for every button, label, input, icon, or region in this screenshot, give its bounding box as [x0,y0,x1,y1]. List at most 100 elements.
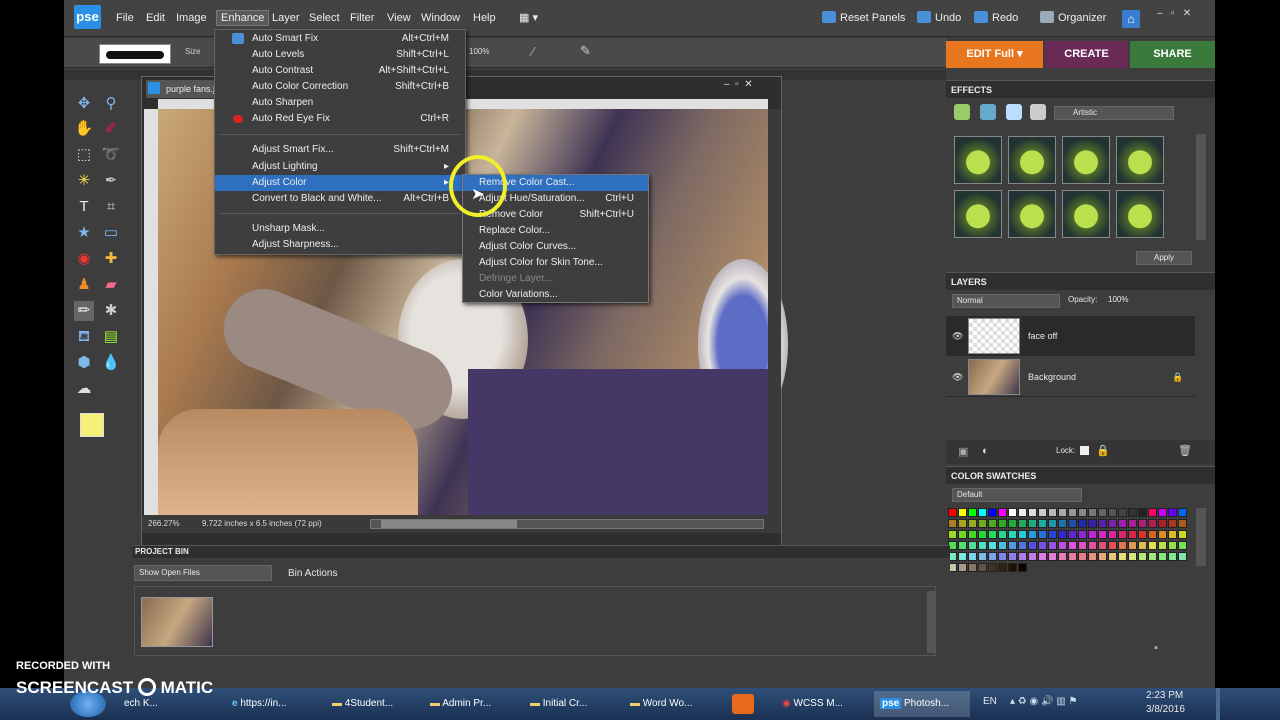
effect-thumbnail[interactable] [954,136,1002,184]
swatches-panel-header[interactable]: COLOR SWATCHES [946,466,1215,484]
taskbar-item-photoshop[interactable]: pse Photosh... [874,691,970,717]
smart-brush-icon[interactable]: ✱ [101,301,121,321]
undo-button[interactable]: Undo [917,11,961,24]
color-swatch[interactable] [1168,508,1177,517]
color-swatch[interactable] [1118,519,1127,528]
color-swatch[interactable] [1108,519,1117,528]
move-tool-icon[interactable]: ✥ [74,94,94,114]
color-swatch[interactable] [1178,541,1187,550]
effect-thumbnail[interactable] [1062,190,1110,238]
color-swatch[interactable] [1098,530,1107,539]
type-tool-icon[interactable]: T [74,197,94,217]
clone-stamp-icon[interactable]: ♟ [74,275,94,295]
color-swatch[interactable] [1028,530,1037,539]
color-swatch[interactable] [1008,530,1017,539]
blur-tool-icon[interactable]: 💧 [101,353,121,373]
effect-thumbnail[interactable] [1008,136,1056,184]
color-swatch[interactable] [1138,541,1147,550]
layer-styles-icon[interactable] [980,104,996,120]
menu-layer[interactable]: Layer [272,12,300,24]
color-swatch[interactable] [1078,541,1087,550]
color-swatch[interactable] [1058,530,1067,539]
color-swatch[interactable] [1028,541,1037,550]
color-swatch[interactable] [1088,519,1097,528]
lasso-icon[interactable]: ➰ [101,145,121,165]
menu-item-convert-bw[interactable]: Convert to Black and White... Alt+Ctrl+B [215,191,465,207]
magic-wand-icon[interactable]: ✳ [74,171,94,191]
color-swatch[interactable] [1048,519,1057,528]
color-swatch[interactable] [1138,552,1147,561]
menu-view[interactable]: View [387,12,411,24]
color-swatch[interactable] [1018,563,1027,572]
color-swatch[interactable] [988,563,997,572]
color-swatch[interactable] [1138,519,1147,528]
color-swatch[interactable] [958,508,967,517]
adjustment-layer-icon[interactable]: ◐ [982,445,989,457]
color-swatch[interactable] [948,508,957,517]
visibility-eye-icon[interactable]: 👁 [952,316,963,356]
color-swatch[interactable] [1008,563,1017,572]
healing-brush-icon[interactable]: ✚ [101,249,121,269]
color-swatch[interactable] [988,552,997,561]
foreground-color[interactable] [80,413,104,437]
clock-date[interactable]: 3/8/2016 [1146,704,1185,715]
paint-bucket-icon[interactable]: ⛾ [74,327,94,347]
color-swatch[interactable] [968,552,977,561]
color-swatch[interactable] [988,541,997,550]
swatch-scrollbar[interactable] [1196,508,1206,566]
color-swatch[interactable] [1018,519,1027,528]
color-swatch[interactable] [1078,519,1087,528]
color-swatch[interactable] [998,530,1007,539]
menu-file[interactable]: File [116,12,134,24]
menu-filter[interactable]: Filter [350,12,374,24]
color-swatch[interactable] [1018,552,1027,561]
opacity-value[interactable]: 100% [469,47,489,56]
color-swatch[interactable] [978,541,987,550]
color-swatch[interactable] [958,552,967,561]
color-swatch[interactable] [998,541,1007,550]
tab-share[interactable]: SHARE [1130,41,1215,68]
color-swatch[interactable] [958,541,967,550]
color-swatch[interactable] [1168,530,1177,539]
color-swatch[interactable] [1028,552,1037,561]
lock-transparency-icon[interactable] [1080,446,1089,455]
reset-panels-button[interactable]: Reset Panels [822,11,905,24]
project-bin-scrollbar[interactable] [927,591,936,653]
menu-item-auto-sharpen[interactable]: Auto Sharpen [215,95,465,111]
color-swatch[interactable] [1078,552,1087,561]
scroll-thumb[interactable] [381,520,517,528]
color-swatch[interactable] [1058,541,1067,550]
color-swatch[interactable] [1178,519,1187,528]
color-swatch[interactable] [1038,519,1047,528]
menu-edit[interactable]: Edit [146,12,165,24]
menu-item-auto-levels[interactable]: Auto Levels Shift+Ctrl+L [215,47,465,63]
airbrush-icon[interactable]: ⁄ [532,44,534,59]
color-swatch[interactable] [1108,530,1117,539]
shape-tool-icon[interactable]: ⬢ [74,353,94,373]
effect-thumbnail[interactable] [1008,190,1056,238]
tab-edit-full[interactable]: EDIT Full ▾ [946,41,1043,68]
color-swatch[interactable] [968,519,977,528]
system-tray-icons[interactable]: ▴ ♻ ◉ 🔊 ▥ ⚑ [1010,696,1077,707]
horizontal-scrollbar[interactable] [370,519,764,529]
color-swatch[interactable] [1078,508,1087,517]
color-swatch[interactable] [968,508,977,517]
language-indicator[interactable]: EN [983,696,997,707]
color-swatch[interactable] [1118,541,1127,550]
color-swatch[interactable] [1148,541,1157,550]
layers-panel-header[interactable]: LAYERS [946,272,1215,290]
color-swatch[interactable] [1158,519,1167,528]
color-swatch[interactable] [1158,552,1167,561]
color-swatch[interactable] [1068,530,1077,539]
color-swatch[interactable] [998,508,1007,517]
quick-selection-icon[interactable]: ✒ [101,171,121,191]
effects-category-select[interactable]: Artistic [1054,106,1174,120]
color-swatch[interactable] [1178,552,1187,561]
window-controls[interactable]: – ▫ ✕ [1157,8,1191,19]
color-swatch[interactable] [1048,508,1057,517]
visibility-eye-icon[interactable]: 👁 [952,357,963,397]
color-swatch[interactable] [1158,530,1167,539]
taskbar-item[interactable]: ▬ Admin Pr... [424,691,518,717]
color-swatch[interactable] [1138,508,1147,517]
menu-item-adjust-sharpness[interactable]: Adjust Sharpness... [215,237,465,253]
